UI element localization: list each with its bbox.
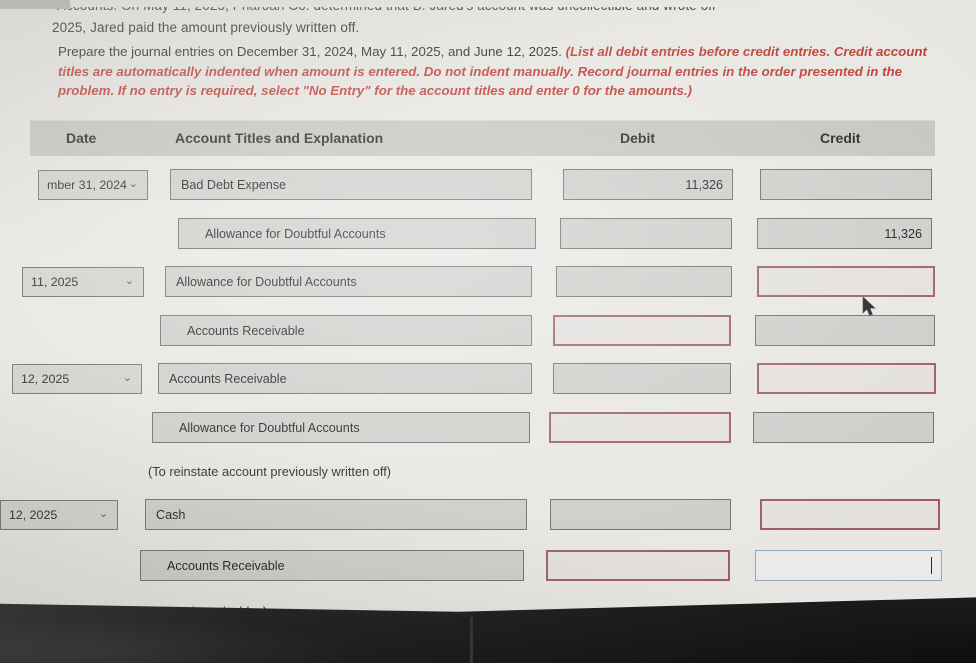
text-caret-icon xyxy=(931,557,932,574)
account-title-field-2[interactable]: Allowance for Doubtful Accounts xyxy=(165,266,532,297)
chevron-down-icon: ⌄ xyxy=(98,508,108,520)
debit-amount-field-7[interactable] xyxy=(550,499,731,530)
debit-amount-field-8[interactable] xyxy=(546,550,730,581)
table-row: Allowance for Doubtful Accounts 11,326 xyxy=(0,216,976,265)
photographed-screen: Accounts. On May 11, 2025, Pharoah Co. d… xyxy=(0,0,976,663)
chevron-down-icon: ⌄ xyxy=(124,275,134,287)
table-row: 11, 2025 ⌄ Allowance for Doubtful Accounts xyxy=(0,264,976,313)
debit-amount-value: 11,326 xyxy=(685,177,723,192)
credit-amount-field-8[interactable] xyxy=(755,550,942,581)
account-title-value: Bad Debt Expense xyxy=(181,177,287,192)
date-select-4[interactable]: 12, 2025 ⌄ xyxy=(12,364,142,394)
date-select-7[interactable]: 12, 2025 ⌄ xyxy=(0,500,118,530)
credit-amount-field-3[interactable] xyxy=(755,315,935,346)
account-title-field-7[interactable]: Cash xyxy=(145,499,527,530)
table-row: Accounts Receivable xyxy=(0,313,976,362)
table-header-row: Date Account Titles and Explanation Debi… xyxy=(30,120,935,156)
credit-amount-field-4[interactable] xyxy=(757,363,936,394)
credit-amount-field-7[interactable] xyxy=(760,499,940,530)
date-select-value: mber 31, 2024 xyxy=(47,178,127,192)
chevron-down-icon: ⌄ xyxy=(128,178,138,190)
credit-amount-field-5[interactable] xyxy=(753,412,934,443)
instructions-lead: Prepare the journal entries on December … xyxy=(58,44,562,59)
panel-edge-sliver xyxy=(0,0,70,9)
debit-amount-field-2[interactable] xyxy=(556,266,732,297)
credit-amount-field-0[interactable] xyxy=(760,169,932,200)
instructions-paragraph: Prepare the journal entries on December … xyxy=(58,42,938,101)
account-title-value: Allowance for Doubtful Accounts xyxy=(205,226,386,241)
entry-memo-label: (To reinstate account previously written… xyxy=(148,464,392,479)
account-title-field-1[interactable]: Allowance for Doubtful Accounts xyxy=(178,218,536,249)
column-header-credit: Credit xyxy=(820,130,861,146)
table-row: Allowance for Doubtful Accounts xyxy=(0,410,976,459)
table-row: mber 31, 2024 ⌄ Bad Debt Expense 11,326 xyxy=(0,167,976,216)
problem-statement-line-1: Accounts. On May 11, 2025, Pharoah Co. d… xyxy=(57,0,716,13)
account-title-value: Accounts Receivable xyxy=(187,323,305,338)
account-title-field-5[interactable]: Allowance for Doubtful Accounts xyxy=(152,412,530,443)
account-title-field-4[interactable]: Accounts Receivable xyxy=(158,363,532,394)
date-select-value: 11, 2025 xyxy=(31,275,79,289)
table-row: 12, 2025 ⌄ Accounts Receivable xyxy=(0,361,976,410)
column-header-account: Account Titles and Explanation xyxy=(175,130,384,146)
account-title-field-0[interactable]: Bad Debt Expense xyxy=(170,169,532,200)
debit-amount-field-4[interactable] xyxy=(553,363,731,394)
chevron-down-icon: ⌄ xyxy=(122,372,132,384)
credit-amount-value: 11,326 xyxy=(884,226,922,241)
account-title-value: Allowance for Doubtful Accounts xyxy=(176,274,357,289)
account-title-value: Accounts Receivable xyxy=(167,558,285,573)
debit-amount-field-3[interactable] xyxy=(553,315,731,346)
table-row: Accounts Receivable xyxy=(0,548,976,597)
debit-amount-field-1[interactable] xyxy=(560,218,732,249)
date-select-2[interactable]: 11, 2025 ⌄ xyxy=(22,267,144,297)
account-title-field-8[interactable]: Accounts Receivable xyxy=(140,550,524,581)
problem-statement-line-2: 2025, Jared paid the amount previously w… xyxy=(52,20,360,35)
debit-amount-field-0[interactable]: 11,326 xyxy=(563,169,733,200)
credit-amount-field-2[interactable] xyxy=(757,266,935,297)
account-title-value: Cash xyxy=(156,507,186,522)
account-title-value: Accounts Receivable xyxy=(169,371,287,386)
debit-amount-field-5[interactable] xyxy=(549,412,731,443)
account-title-value: Allowance for Doubtful Accounts xyxy=(179,420,360,435)
table-row: 12, 2025 ⌄ Cash xyxy=(0,497,976,546)
column-header-debit: Debit xyxy=(620,130,655,146)
account-title-field-3[interactable]: Accounts Receivable xyxy=(160,315,532,346)
column-header-date: Date xyxy=(66,130,97,146)
bezel-seam xyxy=(470,617,473,663)
date-select-value: 12, 2025 xyxy=(9,508,58,522)
credit-amount-field-1[interactable]: 11,326 xyxy=(757,218,932,249)
date-select-0[interactable]: mber 31, 2024 ⌄ xyxy=(38,170,148,200)
date-select-value: 12, 2025 xyxy=(21,372,70,386)
